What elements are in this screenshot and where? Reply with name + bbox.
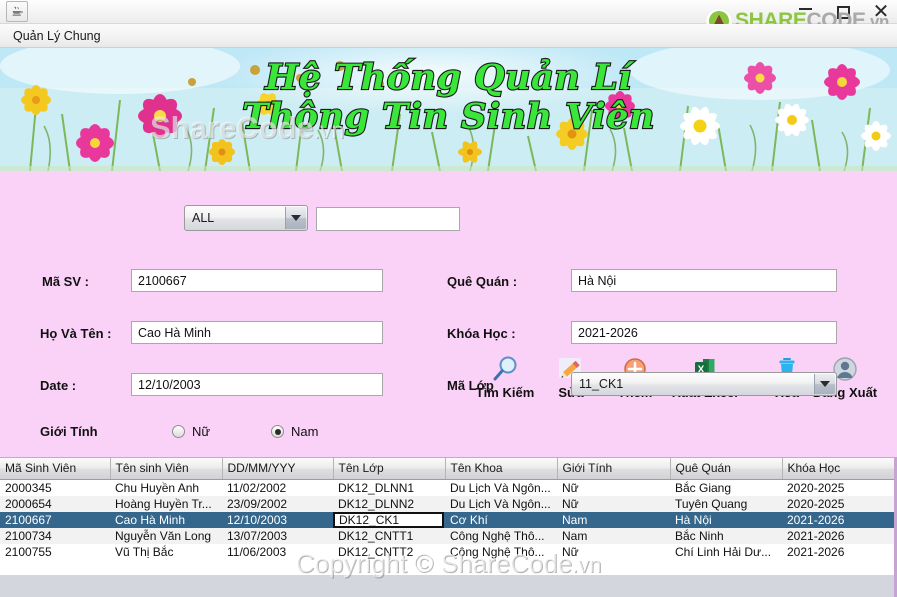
table-header-row: Mã Sinh Viên Tên sinh Viên DD/MM/YYY Tên… bbox=[0, 458, 894, 480]
label-ho-va-ten: Họ Và Tên : bbox=[40, 326, 112, 341]
table-body: 2000345 Chu Huyền Anh 11/02/2002 DK12_DLNN1… bbox=[0, 479, 894, 560]
table-row[interactable]: 2100734 Nguyễn Văn Long 13/07/2003 DK12_CNT… bbox=[0, 527, 894, 544]
table-cell[interactable]: Công Nghệ Thô... bbox=[445, 543, 557, 560]
column-header-que-quan[interactable]: Quê Quán bbox=[670, 458, 783, 480]
table-cell[interactable]: Tuyên Quang bbox=[670, 495, 782, 512]
form-panel: ALL Tìm Kiếm X Đăng Xuất Mã SV: 2100667… bbox=[0, 171, 897, 457]
table-cell[interactable]: 2020-2025 bbox=[782, 479, 894, 496]
banner-header: Hệ Thống Quản Lí Thông Tin Sinh Viên Sha… bbox=[0, 48, 897, 171]
table-cell[interactable]: 23/09/2002 bbox=[222, 495, 333, 512]
column-header-khoa-hoc[interactable]: Khóa Học bbox=[782, 458, 894, 480]
maximize-button[interactable] bbox=[833, 2, 853, 22]
column-header-gioi-tinh[interactable]: Giới Tính bbox=[557, 458, 671, 480]
ho-va-ten-input[interactable] bbox=[131, 321, 383, 344]
radio-nu-label: Nữ bbox=[192, 424, 211, 439]
column-header-ten-khoa[interactable]: Tên Khoa bbox=[445, 458, 558, 480]
close-button[interactable]: ✕ bbox=[871, 2, 891, 22]
filter-combobox-value: ALL bbox=[192, 211, 215, 225]
table-cell[interactable]: 2000345 bbox=[0, 479, 110, 496]
table-cell[interactable]: Chu Huyền Anh bbox=[110, 479, 222, 496]
label-date: Date : bbox=[40, 378, 77, 393]
table-cell[interactable]: DK12_CNTT2 bbox=[333, 543, 445, 560]
table-cell[interactable]: Du Lịch Và Ngôn... bbox=[445, 479, 557, 496]
java-cup-icon[interactable] bbox=[6, 1, 28, 22]
chevron-down-icon[interactable] bbox=[285, 207, 306, 229]
students-table-container[interactable]: Mã Sinh Viên Tên sinh Viên DD/MM/YYY Tên… bbox=[0, 457, 897, 597]
que-quan-input[interactable] bbox=[571, 269, 837, 292]
label-que-quan: Quê Quán : bbox=[447, 274, 518, 289]
table-cell[interactable]: 13/07/2003 bbox=[222, 527, 333, 544]
date-input[interactable] bbox=[131, 373, 383, 396]
column-header-ten-sinh-vien[interactable]: Tên sinh Viên bbox=[110, 458, 223, 480]
minimize-button[interactable] bbox=[795, 2, 815, 22]
table-cell[interactable]: Cơ Khí bbox=[445, 511, 557, 528]
table-cell[interactable]: Bắc Giang bbox=[670, 479, 782, 496]
column-header-ma-sinh-vien[interactable]: Mã Sinh Viên bbox=[0, 458, 111, 480]
table-cell[interactable]: DK12_DLNN2 bbox=[333, 495, 445, 512]
ma-lop-combobox[interactable]: 11_CK1 bbox=[571, 372, 837, 396]
application-window: ✕ SHARECODE.vn Quản Lý Chung Hệ Thống Qu… bbox=[0, 0, 897, 597]
label-ma-lop: Mã Lớp bbox=[447, 378, 494, 393]
table-cell[interactable]: 2020-2025 bbox=[782, 495, 894, 512]
search-input[interactable] bbox=[316, 207, 460, 231]
table-row[interactable]: 2000345 Chu Huyền Anh 11/02/2002 DK12_DLNN1… bbox=[0, 479, 894, 496]
table-cell[interactable]: 11/02/2002 bbox=[222, 479, 333, 496]
label-ma-sv: Mã SV : bbox=[42, 274, 89, 289]
table-empty-area bbox=[0, 575, 894, 597]
filter-combobox[interactable]: ALL bbox=[184, 205, 308, 231]
table-cell[interactable]: Nam bbox=[557, 511, 670, 528]
radio-nam-indicator[interactable] bbox=[271, 425, 284, 438]
search-icon bbox=[490, 353, 520, 384]
students-table: Mã Sinh Viên Tên sinh Viên DD/MM/YYY Tên… bbox=[0, 458, 894, 560]
label-khoa-hoc: Khóa Học : bbox=[447, 326, 516, 341]
table-cell[interactable]: 12/10/2003 bbox=[222, 511, 333, 528]
banner-title-line2: Thông Tin Sinh Viên bbox=[241, 96, 655, 138]
column-header-ngay-sinh[interactable]: DD/MM/YYY bbox=[222, 458, 334, 480]
table-cell[interactable]: 2100667 bbox=[0, 511, 110, 528]
table-cell[interactable]: Vũ Thị Bắc bbox=[110, 543, 222, 560]
table-cell[interactable]: 2021-2026 bbox=[782, 527, 894, 544]
table-cell[interactable]: Bắc Ninh bbox=[670, 527, 782, 544]
table-cell[interactable]: DK12_CNTT1 bbox=[333, 527, 445, 544]
table-cell[interactable]: Nữ bbox=[557, 479, 670, 496]
radio-gender-nu[interactable]: Nữ bbox=[172, 424, 210, 439]
table-cell[interactable]: Hà Nội bbox=[670, 511, 782, 528]
table-cell[interactable]: 2100755 bbox=[0, 543, 110, 560]
menu-bar: Quản Lý Chung bbox=[0, 24, 897, 48]
table-cell[interactable]: Cao Hà Minh bbox=[110, 511, 222, 528]
banner-title-line1: Hệ Thống Quản Lí bbox=[264, 57, 632, 98]
table-row[interactable]: 2100755 Vũ Thị Bắc 11/06/2003 DK12_CNTT2 Côn… bbox=[0, 543, 894, 560]
table-cell[interactable]: 11/06/2003 bbox=[222, 543, 333, 560]
column-header-ten-lop[interactable]: Tên Lớp bbox=[333, 458, 446, 480]
radio-gender-nam[interactable]: Nam bbox=[271, 424, 318, 439]
label-gioi-tinh: Giới Tính bbox=[40, 424, 98, 439]
radio-nu-indicator[interactable] bbox=[172, 425, 185, 438]
table-cell[interactable]: Nữ bbox=[557, 495, 670, 512]
menu-item-quan-ly-chung[interactable]: Quản Lý Chung bbox=[8, 24, 106, 48]
cell-editor[interactable]: DK12_CK1 bbox=[333, 511, 444, 528]
table-cell[interactable]: DK12_DLNN1 bbox=[333, 479, 445, 496]
ma-lop-combobox-value: 11_CK1 bbox=[579, 377, 624, 391]
table-cell[interactable]: 2021-2026 bbox=[782, 511, 894, 528]
radio-nam-label: Nam bbox=[291, 424, 319, 439]
khoa-hoc-input[interactable] bbox=[571, 321, 837, 344]
banner-title: Hệ Thống Quản Lí Thông Tin Sinh Viên bbox=[0, 57, 897, 138]
table-cell[interactable]: Hoàng Huyền Tr... bbox=[110, 495, 222, 512]
window-controls: ✕ bbox=[795, 0, 891, 24]
table-cell[interactable]: 2000654 bbox=[0, 495, 110, 512]
title-bar: ✕ SHARECODE.vn bbox=[0, 0, 897, 34]
table-cell[interactable]: DK12_CK1 bbox=[333, 511, 445, 528]
table-cell[interactable]: Công Nghệ Thô... bbox=[445, 527, 557, 544]
table-cell[interactable]: 2100734 bbox=[0, 527, 110, 544]
table-cell[interactable]: Du Lịch Và Ngôn... bbox=[445, 495, 557, 512]
table-cell[interactable]: Nam bbox=[557, 527, 670, 544]
ma-sv-input[interactable] bbox=[131, 269, 383, 292]
table-cell[interactable]: Nguyễn Văn Long bbox=[110, 527, 222, 544]
table-row[interactable]: 2000654 Hoàng Huyền Tr... 23/09/2002 DK12_D… bbox=[0, 495, 894, 512]
table-cell[interactable]: 2021-2026 bbox=[782, 543, 894, 560]
table-cell[interactable]: Chí Linh Hải Dư... bbox=[670, 543, 782, 560]
table-row[interactable]: 2100667 Cao Hà Minh 12/10/2003 DK12_CK1 Cơ K… bbox=[0, 511, 894, 528]
table-cell[interactable]: Nữ bbox=[557, 543, 670, 560]
ma-lop-chevron-down-icon[interactable] bbox=[814, 374, 835, 394]
